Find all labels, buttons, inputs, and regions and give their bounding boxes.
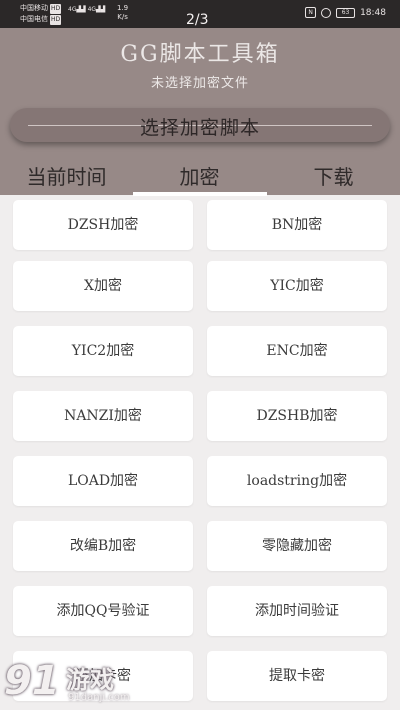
hd-badge-2: HD xyxy=(50,15,62,25)
speed-unit: K/s xyxy=(117,13,128,21)
selected-file-status: 未选择加密文件 xyxy=(150,76,249,91)
option-button-bn[interactable]: BN加密 xyxy=(207,200,387,250)
option-button-add-time-verify[interactable]: 添加时间验证 xyxy=(207,586,387,636)
status-icons: N 63 18:48 xyxy=(305,7,386,18)
nfc-icon: N xyxy=(305,7,317,18)
watermark-url: 91danji.com xyxy=(68,692,130,703)
carrier-2: 中国电信 xyxy=(20,15,48,23)
page-indicator: 2/3 xyxy=(186,12,209,28)
select-script-button[interactable]: 选择加密脚本 xyxy=(10,108,390,142)
option-button-add-qq-verify[interactable]: 添加QQ号验证 xyxy=(13,586,193,636)
option-button-gaibian-b[interactable]: 改编B加密 xyxy=(13,521,193,571)
watermark-number: 91 xyxy=(4,658,60,704)
network-type-2: 4G xyxy=(87,6,97,13)
option-button-dzsh[interactable]: DZSH加密 xyxy=(13,200,193,250)
tab-encrypt[interactable]: 加密 xyxy=(133,161,266,195)
tab-bar: 当前时间 加密 下载 xyxy=(0,161,400,196)
option-button-dzshb[interactable]: DZSHB加密 xyxy=(207,391,387,441)
tab-current-time[interactable]: 当前时间 xyxy=(0,161,133,195)
alarm-icon xyxy=(321,7,332,18)
option-button-zero-hide[interactable]: 零隐藏加密 xyxy=(207,521,387,571)
option-button-extract-card-key[interactable]: 提取卡密 xyxy=(207,651,387,701)
select-script-label: 选择加密脚本 xyxy=(139,117,260,139)
tab-download[interactable]: 下载 xyxy=(267,161,400,195)
speed-value: 1.9 xyxy=(117,4,129,12)
app-header: GG脚本工具箱 未选择加密文件 选择加密脚本 当前时间 加密 下载 xyxy=(0,28,400,196)
carrier-info: 中国移动 HD 中国电信 HD xyxy=(20,3,62,25)
option-button-nanzi[interactable]: NANZI加密 xyxy=(13,391,193,441)
option-button-yic2[interactable]: YIC2加密 xyxy=(13,326,193,376)
option-button-yic[interactable]: YIC加密 xyxy=(207,261,387,311)
clock: 18:48 xyxy=(360,7,386,18)
network-type-1: 4G xyxy=(68,6,77,13)
app-title: GG脚本工具箱 xyxy=(120,42,280,67)
option-button-load[interactable]: LOAD加密 xyxy=(13,456,193,506)
hd-badge: HD xyxy=(50,4,62,14)
battery-icon: 63 xyxy=(336,7,356,18)
signal-icon: 4G▟▟ 4G▟▟ xyxy=(68,6,106,13)
option-button-enc[interactable]: ENC加密 xyxy=(207,326,387,376)
network-speed: 1.9 K/s xyxy=(117,4,128,22)
option-button-loadstring[interactable]: loadstring加密 xyxy=(207,456,387,506)
carrier-1: 中国移动 xyxy=(20,4,48,12)
option-button-x[interactable]: X加密 xyxy=(13,261,193,311)
watermark-text: 游戏 xyxy=(66,666,114,694)
watermark-logo: 91 游戏 91danji.com xyxy=(4,656,144,710)
encryption-options-grid: DZSH加密 BN加密 X加密 YIC加密 YIC2加密 ENC加密 NANZI… xyxy=(0,195,400,710)
status-bar: 中国移动 HD 中国电信 HD 4G▟▟ 4G▟▟ 1.9 K/s 2/3 N 63… xyxy=(0,0,400,28)
